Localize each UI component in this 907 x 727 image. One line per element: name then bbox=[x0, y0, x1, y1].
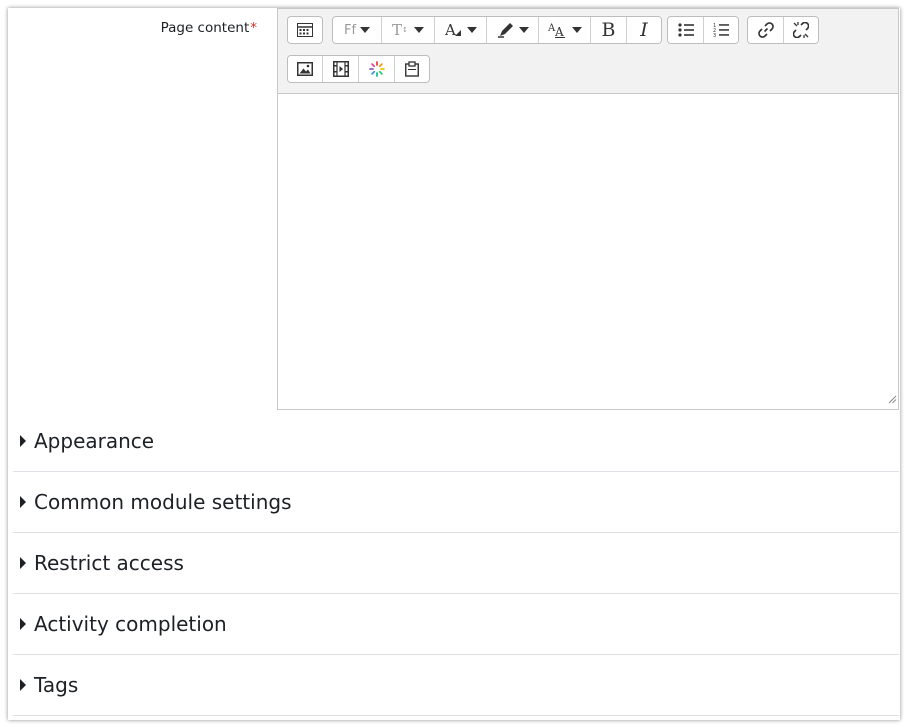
unordered-list-button[interactable] bbox=[668, 17, 704, 43]
section-activity-completion[interactable]: Activity completion bbox=[13, 594, 899, 655]
link-button[interactable] bbox=[748, 17, 784, 43]
bold-button[interactable]: B bbox=[591, 17, 627, 43]
paragraph-style-button[interactable]: AA bbox=[539, 17, 591, 43]
bold-label: B bbox=[601, 19, 616, 41]
chevron-down-icon bbox=[360, 27, 371, 33]
section-title: Tags bbox=[34, 673, 79, 697]
collapsed-triangle-icon bbox=[20, 679, 26, 691]
resize-handle-icon[interactable] bbox=[887, 389, 897, 408]
image-button[interactable] bbox=[288, 56, 323, 82]
paste-icon bbox=[405, 61, 419, 77]
highlight-button[interactable] bbox=[487, 17, 539, 43]
toolbar-group-style: Ff T ↕ A A A B I bbox=[332, 16, 662, 44]
h5p-button[interactable] bbox=[359, 56, 395, 82]
svg-text:A: A bbox=[445, 22, 456, 38]
page-content-label-text: Page content bbox=[160, 20, 250, 36]
editor-toolbar: Ff T ↕ A A A B I 1 2 3 bbox=[278, 9, 898, 94]
font-family-button[interactable]: Ff bbox=[333, 17, 382, 43]
h5p-icon bbox=[368, 61, 385, 77]
section-title: Restrict access bbox=[34, 551, 184, 575]
collapsed-triangle-icon bbox=[20, 557, 26, 569]
font-color-icon: A bbox=[445, 22, 463, 38]
media-icon bbox=[332, 61, 349, 77]
italic-label: I bbox=[640, 19, 648, 41]
section-title: Activity completion bbox=[34, 612, 227, 636]
editor-content-area[interactable] bbox=[278, 94, 898, 409]
media-button[interactable] bbox=[323, 56, 359, 82]
font-color-button[interactable]: A bbox=[435, 17, 487, 43]
collapsed-triangle-icon bbox=[20, 496, 26, 508]
toolbar-group-media bbox=[287, 55, 430, 83]
chevron-down-icon bbox=[414, 27, 424, 33]
svg-text:A: A bbox=[554, 25, 564, 38]
section-restrict-access[interactable]: Restrict access bbox=[13, 533, 899, 594]
ordered-list-icon: 123 bbox=[713, 22, 729, 38]
italic-button[interactable]: I bbox=[627, 17, 661, 43]
font-size-button[interactable]: T ↕ bbox=[382, 17, 435, 43]
collapsed-triangle-icon bbox=[20, 435, 26, 447]
rich-text-editor: Ff T ↕ A A A B I 1 2 3 bbox=[277, 8, 899, 410]
chevron-down-icon bbox=[466, 27, 477, 33]
unlink-icon bbox=[793, 22, 809, 38]
link-icon bbox=[757, 22, 774, 38]
show-more-buttons-icon bbox=[297, 23, 313, 37]
ordered-list-button[interactable]: 123 bbox=[704, 17, 738, 43]
font-size-icon: T ↕ bbox=[392, 22, 410, 38]
highlight-icon bbox=[497, 22, 515, 38]
show-more-buttons[interactable] bbox=[288, 17, 322, 43]
page-content-label: Page content* bbox=[8, 20, 257, 36]
chevron-down-icon bbox=[518, 27, 529, 33]
unordered-list-icon bbox=[677, 23, 694, 37]
form-frame: Page content* Ff T ↕ A A A B I 1 2 3 App… bbox=[8, 8, 900, 720]
image-icon bbox=[297, 62, 313, 76]
svg-text:T: T bbox=[392, 22, 402, 38]
section-common-module-settings[interactable]: Common module settings bbox=[13, 472, 899, 533]
collapsed-triangle-icon bbox=[20, 618, 26, 630]
toolbar-group-lists: 123 bbox=[667, 16, 739, 44]
section-title: Appearance bbox=[34, 429, 155, 453]
section-title: Common module settings bbox=[34, 490, 292, 514]
paragraph-style-icon: AA bbox=[548, 22, 568, 38]
font-family-label: Ff bbox=[343, 22, 357, 38]
section-tags[interactable]: Tags bbox=[13, 655, 899, 716]
required-marker: * bbox=[250, 20, 257, 36]
svg-text:3: 3 bbox=[713, 33, 716, 38]
section-appearance[interactable]: Appearance bbox=[13, 411, 899, 472]
toolbar-group-links bbox=[747, 16, 819, 44]
unlink-button[interactable] bbox=[784, 17, 818, 43]
chevron-down-icon bbox=[571, 27, 582, 33]
toolbar-group-toggle bbox=[287, 16, 323, 44]
svg-text:↕: ↕ bbox=[402, 26, 408, 34]
paste-button[interactable] bbox=[395, 56, 429, 82]
